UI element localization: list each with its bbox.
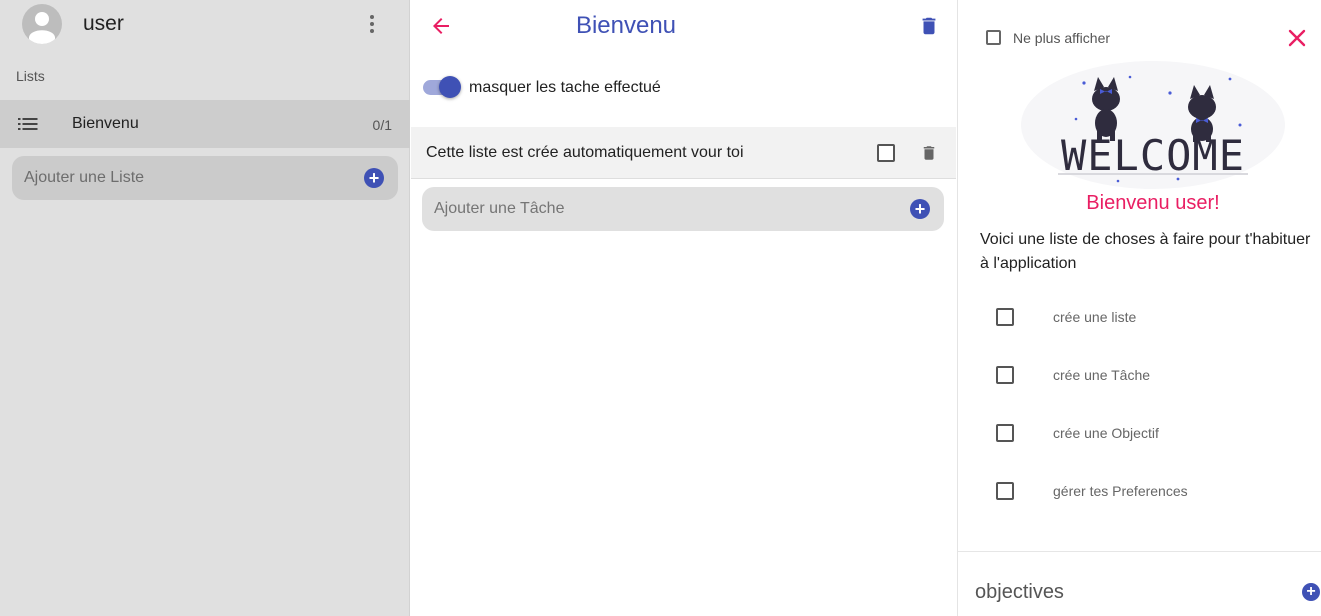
user-header: user [0,0,410,50]
delete-task-icon[interactable] [920,143,938,163]
add-circle-icon[interactable]: + [1302,583,1320,601]
divider [958,551,1321,552]
page-title: Bienvenu [575,12,677,39]
todo-item-manage-preferences[interactable]: gérer tes Preferences [996,482,1316,504]
task-checkbox[interactable] [877,144,895,162]
checkbox[interactable] [996,424,1014,442]
todo-label: crée une liste [1053,309,1137,325]
objectives-section-title: objectives [975,581,1064,603]
checkbox[interactable] [996,308,1014,326]
list-icon [17,113,39,135]
todo-item-create-task[interactable]: crée une Tâche [996,366,1316,388]
todo-label: gérer tes Preferences [1053,483,1188,499]
todo-item-create-objective[interactable]: crée une Objectif [996,424,1316,446]
todo-label: crée une Objectif [1053,425,1159,441]
close-icon[interactable] [1287,28,1307,48]
add-task-placeholder: Ajouter une Tâche [434,200,565,217]
list-item-label: Bienvenu [72,115,139,132]
add-list-field[interactable]: Ajouter une Liste + [12,156,398,200]
list-detail-panel: Bienvenu masquer les tache effectué Cett… [411,0,956,616]
add-list-placeholder: Ajouter une Liste [24,169,145,186]
welcome-panel: Ne plus afficher WELCOME Bienvenu user! … [957,0,1321,616]
add-circle-icon[interactable]: + [910,199,930,219]
todo-item-create-list[interactable]: crée une liste [996,308,1316,330]
dont-show-again-checkbox[interactable]: Ne plus afficher [986,30,1186,48]
checkbox[interactable] [996,366,1014,384]
toggle-knob[interactable] [439,76,461,98]
delete-icon[interactable] [918,14,940,38]
add-circle-icon[interactable]: + [364,168,384,188]
dont-show-label: Ne plus afficher [1013,30,1111,46]
lists-section-label: Lists [16,68,45,84]
account-circle-icon[interactable] [22,4,62,44]
sidebar: user Lists Bienvenu 0/1 Ajouter une List… [0,0,410,616]
more-vert-icon[interactable] [360,12,384,36]
welcome-illustration-text: WELCOME [1061,131,1245,180]
todo-label: crée une Tâche [1053,367,1151,383]
task-text: Cette liste est crée automatiquement vou… [426,144,744,161]
welcome-cats-illustration: WELCOME [1018,55,1288,190]
add-task-field[interactable]: Ajouter une Tâche + [422,187,944,231]
checkbox[interactable] [996,482,1014,500]
checkbox[interactable] [986,30,1001,45]
list-item-bienvenu[interactable]: Bienvenu 0/1 [0,100,410,148]
welcome-greeting: Bienvenu user! [1086,192,1220,214]
welcome-intro: Voici une liste de choses à faire pour t… [980,231,1311,272]
user-name: user [83,12,124,35]
hide-done-toggle[interactable]: masquer les tache effectué [423,74,723,102]
list-item-count: 0/1 [372,117,392,133]
toggle-label: masquer les tache effectué [469,79,661,96]
task-row[interactable]: Cette liste est crée automatiquement vou… [411,127,956,179]
